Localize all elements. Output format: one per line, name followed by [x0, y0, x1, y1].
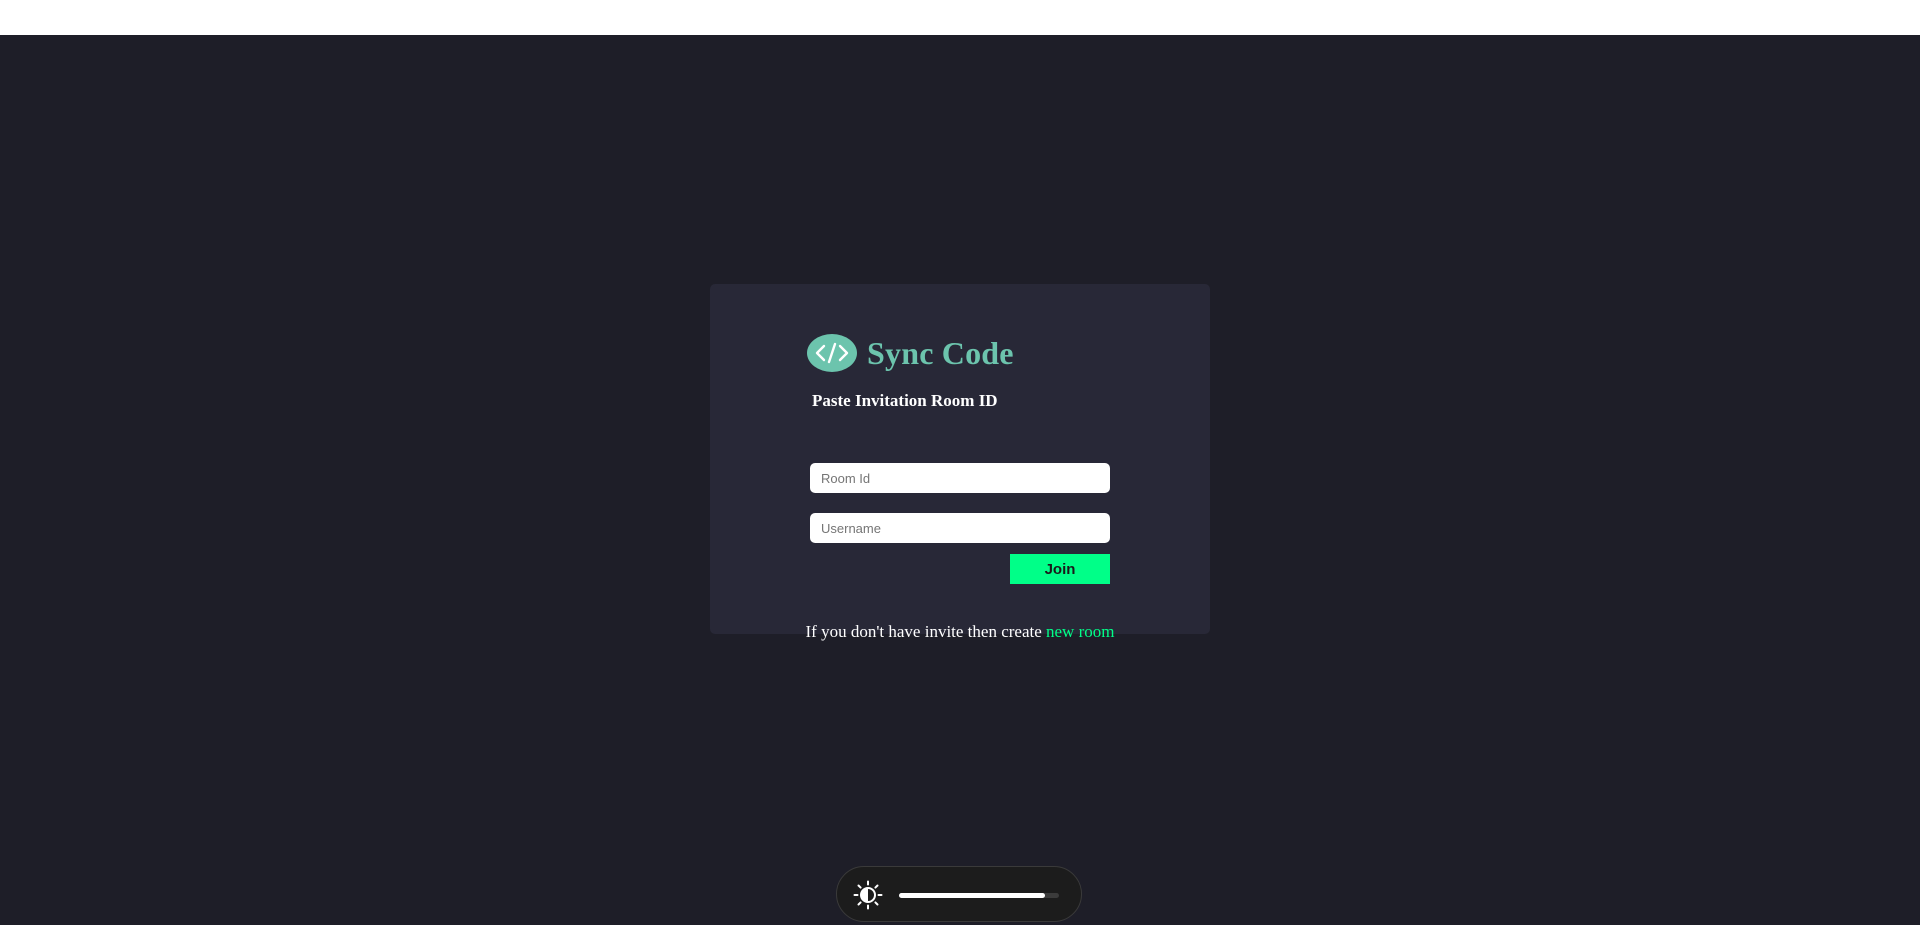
- brightness-slider-fill: [899, 893, 1045, 898]
- brightness-icon: [853, 880, 883, 910]
- new-room-link[interactable]: new room: [1046, 622, 1114, 641]
- page-heading: Paste Invitation Room ID: [812, 391, 998, 410]
- create-room-prompt: If you don't have invite then create new…: [710, 622, 1210, 642]
- browser-top-bar: [0, 0, 1920, 35]
- join-button[interactable]: Join: [1010, 554, 1110, 584]
- code-brackets-icon: [807, 334, 857, 372]
- logo: Sync Code: [807, 334, 1014, 372]
- room-id-input[interactable]: [810, 463, 1110, 493]
- app-background: Sync Code Paste Invitation Room ID Join …: [0, 35, 1920, 925]
- brightness-slider[interactable]: [899, 893, 1059, 898]
- username-input[interactable]: [810, 513, 1110, 543]
- join-room-card: Sync Code Paste Invitation Room ID Join …: [710, 284, 1210, 641]
- brightness-overlay: [836, 866, 1082, 922]
- create-room-prompt-text: If you don't have invite then create: [805, 622, 1047, 641]
- brand-name: Sync Code: [867, 334, 1014, 371]
